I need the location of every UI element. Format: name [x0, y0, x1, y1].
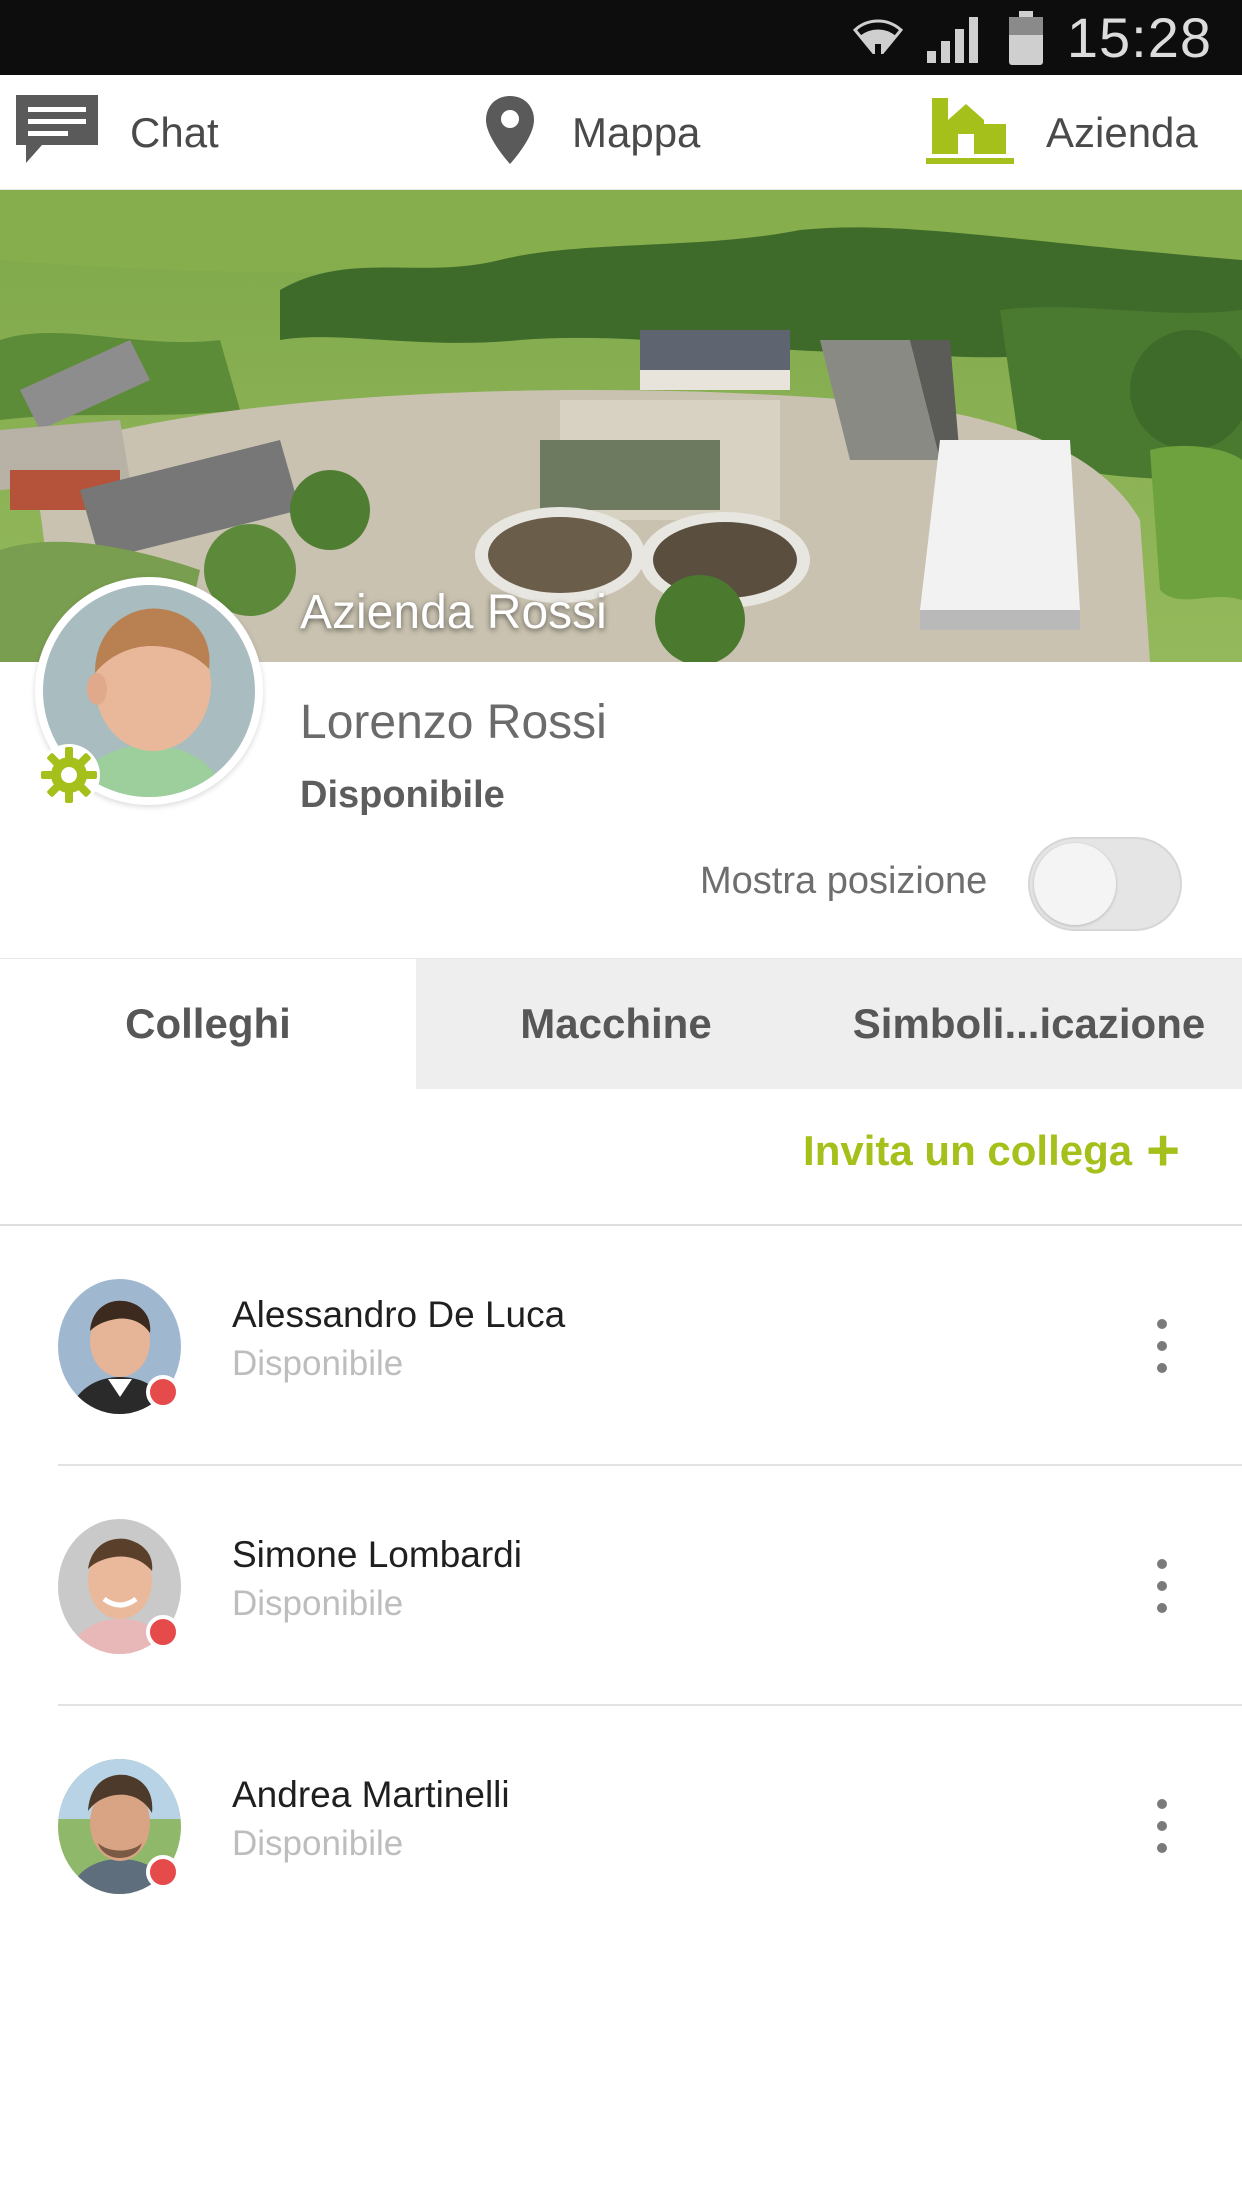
signal-icon [925, 13, 985, 63]
status-time: 15:28 [1066, 6, 1212, 69]
wifi-icon [852, 14, 903, 62]
more-options-icon[interactable] [1144, 1554, 1180, 1618]
farm-icon [926, 94, 1014, 171]
tab-colleghi[interactable]: Colleghi [0, 959, 416, 1089]
show-position-label: Mostra posizione [700, 860, 988, 902]
colleague-status: Disponibile [232, 1344, 404, 1383]
status-bar: 15:28 [0, 0, 1242, 75]
company-name: Azienda Rossi [300, 586, 607, 639]
tab-macchine[interactable]: Macchine [416, 959, 816, 1089]
more-options-icon[interactable] [1144, 1314, 1180, 1378]
colleague-row[interactable]: Andrea Martinelli Disponibile [0, 1706, 1242, 1946]
map-pin-icon [484, 94, 536, 171]
plus-icon: + [1146, 1118, 1180, 1183]
colleague-name: Alessandro De Luca [232, 1294, 566, 1335]
colleague-name: Simone Lombardi [232, 1534, 522, 1575]
battery-icon [1007, 10, 1045, 65]
profile-name: Lorenzo Rossi [300, 696, 607, 749]
colleague-avatar [58, 1759, 181, 1894]
profile-status: Disponibile [300, 774, 505, 816]
colleague-name: Andrea Martinelli [232, 1774, 510, 1815]
nav-chat-label: Chat [130, 108, 219, 156]
top-navigation: Chat Mappa Azienda [0, 75, 1242, 190]
nav-map-label: Mappa [572, 108, 701, 156]
more-options-icon[interactable] [1144, 1794, 1180, 1858]
colleague-avatar [58, 1519, 181, 1654]
status-dot [146, 1855, 180, 1889]
status-dot [146, 1615, 180, 1649]
colleague-row[interactable]: Simone Lombardi Disponibile [0, 1466, 1242, 1706]
colleague-status: Disponibile [232, 1584, 404, 1623]
nav-azienda[interactable]: Azienda [926, 75, 1198, 190]
chat-icon [14, 93, 100, 172]
invite-colleague-button[interactable]: Invita un collega + [803, 1118, 1180, 1183]
colleague-avatar [58, 1279, 181, 1414]
nav-map[interactable]: Mappa [484, 75, 700, 190]
toggle-knob [1034, 843, 1116, 925]
colleague-status: Disponibile [232, 1824, 404, 1863]
show-position-toggle[interactable] [1028, 837, 1182, 931]
tab-simbolicazione[interactable]: Simboli...icazione [816, 959, 1242, 1089]
nav-chat[interactable]: Chat [14, 75, 219, 190]
invite-colleague-label: Invita un collega [803, 1127, 1133, 1174]
colleague-row[interactable]: Alessandro De Luca Disponibile [0, 1226, 1242, 1466]
settings-gear-icon[interactable] [36, 742, 102, 808]
tab-bar: Colleghi Macchine Simboli...icazione [0, 958, 1242, 1089]
nav-azienda-label: Azienda [1046, 108, 1198, 156]
status-dot [146, 1375, 180, 1409]
